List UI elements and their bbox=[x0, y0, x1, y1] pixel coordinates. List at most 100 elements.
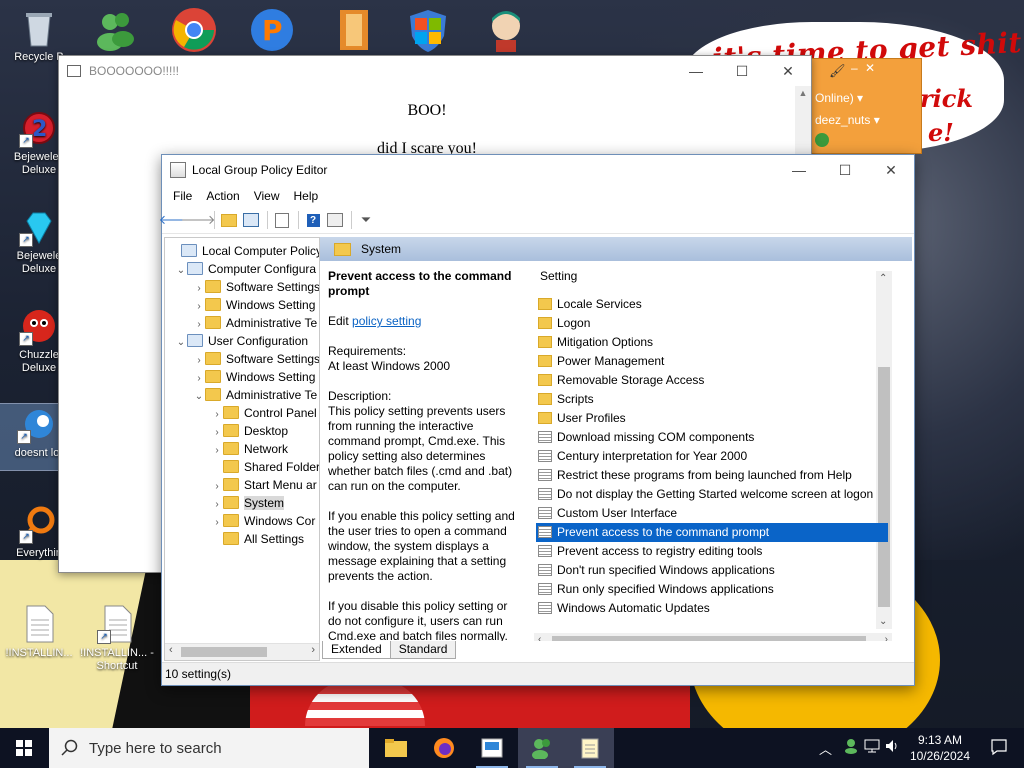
tab-standard[interactable]: Standard bbox=[389, 641, 457, 659]
close-button[interactable]: ✕ bbox=[765, 56, 811, 86]
clock[interactable]: 9:13 AM 10/26/2024 bbox=[910, 732, 970, 764]
close-button[interactable]: ✕ bbox=[868, 155, 914, 185]
settings-horizontal-scrollbar[interactable]: ‹ › bbox=[534, 633, 892, 641]
contacts-app-icon[interactable] bbox=[92, 6, 140, 54]
settings-folder-item[interactable]: Mitigation Options bbox=[536, 333, 888, 352]
gpedit-taskbar-icon[interactable] bbox=[468, 728, 516, 768]
navigation-tree[interactable]: Local Computer Policy ⌄ Computer Configura… bbox=[164, 237, 320, 661]
firefox-taskbar-icon[interactable] bbox=[420, 728, 468, 768]
policy-setting-item[interactable]: Prevent access to registry editing tools bbox=[536, 542, 888, 561]
export-list-icon[interactable] bbox=[272, 210, 292, 230]
tree-node[interactable]: › Windows Setting bbox=[193, 296, 315, 314]
policy-setting-item[interactable]: Run only specified Windows applications bbox=[536, 580, 888, 599]
policy-setting-item[interactable]: Century interpretation for Year 2000 bbox=[536, 447, 888, 466]
installing-shortcut-desktop-icon[interactable]: ↗ !INSTALLIN... - Shortcut bbox=[80, 604, 154, 673]
boo-titlebar[interactable]: BOOOOOOO!!!!! — ☐ ✕ bbox=[59, 56, 811, 86]
policy-setting-item[interactable]: Download missing COM components bbox=[536, 428, 888, 447]
tree-node[interactable]: › Start Menu ar bbox=[211, 476, 317, 494]
show-hidden-icons-chevron-icon[interactable]: ︿ bbox=[819, 739, 832, 758]
notepad-taskbar-icon[interactable] bbox=[566, 728, 614, 768]
chevron-down-icon[interactable]: ⌄ bbox=[175, 334, 187, 352]
maximize-button[interactable]: ☐ bbox=[719, 56, 765, 86]
menu-help[interactable]: Help bbox=[287, 189, 326, 203]
policy-setting-link[interactable]: policy setting bbox=[352, 314, 421, 328]
tree-node[interactable]: › Windows Setting bbox=[193, 368, 315, 386]
settings-folder-item[interactable]: Removable Storage Access bbox=[536, 371, 888, 390]
tree-node[interactable]: ⌄ Administrative Te bbox=[193, 386, 317, 404]
notifications-icon[interactable] bbox=[990, 738, 1008, 756]
tree-node[interactable]: › Windows Cor bbox=[211, 512, 315, 530]
menu-action[interactable]: Action bbox=[199, 189, 246, 203]
forward-arrow-icon[interactable]: 🡒 bbox=[181, 210, 216, 230]
scroll-left-icon[interactable]: ‹ bbox=[169, 644, 173, 656]
buddy-icon[interactable] bbox=[815, 133, 829, 147]
tree-node[interactable]: › Software Settings bbox=[193, 278, 319, 296]
scroll-right-icon[interactable]: › bbox=[311, 644, 315, 656]
messenger-window[interactable]: 🖌 – ✕ Online) ▾ deez_nuts ▾ bbox=[808, 58, 922, 154]
tree-node[interactable]: › System bbox=[211, 494, 285, 512]
settings-folder-item[interactable]: Logon bbox=[536, 314, 888, 333]
contacts-tray-icon[interactable] bbox=[844, 738, 858, 754]
chevron-down-icon[interactable]: ⌄ bbox=[193, 388, 205, 406]
tree-horizontal-scrollbar[interactable]: ‹ › bbox=[165, 643, 319, 660]
messenger-minimize-button[interactable]: – bbox=[851, 61, 858, 75]
tree-node[interactable]: › Administrative Te bbox=[193, 314, 317, 332]
windows-security-icon[interactable] bbox=[404, 6, 452, 54]
tree-node[interactable]: › Software Settings bbox=[193, 350, 319, 368]
policy-setting-item[interactable]: Restrict these programs from being launc… bbox=[536, 466, 888, 485]
scroll-right-icon[interactable]: › bbox=[885, 634, 888, 641]
chevron-down-icon[interactable]: ⌄ bbox=[175, 262, 187, 280]
messenger-status[interactable]: Online) ▾ bbox=[815, 91, 863, 105]
character-app-icon[interactable] bbox=[482, 6, 530, 54]
policy-setting-item[interactable]: Custom User Interface bbox=[536, 504, 888, 523]
p-app-icon[interactable]: P bbox=[248, 6, 296, 54]
group-policy-editor-window[interactable]: Local Group Policy Editor — ☐ ✕ File Act… bbox=[159, 154, 915, 686]
settings-folder-item[interactable]: Locale Services bbox=[536, 295, 888, 314]
maximize-button[interactable]: ☐ bbox=[822, 155, 868, 185]
settings-list[interactable]: Setting ⌃ ⌄ ‹ › Locale Services Logon Miti… bbox=[530, 261, 910, 641]
tree-node[interactable]: Shared Folder bbox=[211, 458, 319, 476]
network-icon[interactable] bbox=[864, 738, 880, 754]
chrome-icon[interactable] bbox=[170, 6, 218, 54]
settings-folder-item[interactable]: User Profiles bbox=[536, 409, 888, 428]
help-icon[interactable]: ? bbox=[303, 210, 323, 230]
tree-node[interactable]: ⌄ User Configuration bbox=[175, 332, 308, 350]
gpedit-titlebar[interactable]: Local Group Policy Editor — ☐ ✕ bbox=[162, 155, 914, 185]
tree-node[interactable]: › Desktop bbox=[211, 422, 288, 440]
minimize-button[interactable]: — bbox=[776, 155, 822, 185]
tree-node[interactable]: Local Computer Policy bbox=[169, 242, 319, 260]
show-hide-tree-icon[interactable] bbox=[241, 210, 261, 230]
volume-icon[interactable] bbox=[884, 738, 900, 754]
policy-setting-item[interactable]: Windows Automatic Updates bbox=[536, 599, 888, 618]
up-folder-icon[interactable] bbox=[219, 210, 239, 230]
scrollbar-thumb[interactable] bbox=[181, 647, 267, 657]
tree-node[interactable]: All Settings bbox=[211, 530, 304, 548]
scroll-left-icon[interactable]: ‹ bbox=[538, 634, 541, 641]
minimize-button[interactable]: — bbox=[673, 56, 719, 86]
tree-node[interactable]: › Network bbox=[211, 440, 288, 458]
policy-setting-item[interactable]: Prevent access to the command prompt bbox=[536, 523, 888, 542]
messenger-close-button[interactable]: ✕ bbox=[865, 61, 875, 75]
tree-node[interactable]: ⌄ Computer Configura bbox=[175, 260, 316, 278]
settings-folder-item[interactable]: Scripts bbox=[536, 390, 888, 409]
door-app-icon[interactable] bbox=[330, 6, 378, 54]
taskbar-search-box[interactable]: Type here to search bbox=[49, 728, 369, 768]
policy-setting-item[interactable]: Don't run specified Windows applications bbox=[536, 561, 888, 580]
settings-folder-item[interactable]: Power Management bbox=[536, 352, 888, 371]
policy-setting-item[interactable]: Do not display the Getting Started welco… bbox=[536, 485, 888, 504]
brush-icon[interactable]: 🖌 bbox=[829, 63, 846, 79]
tab-extended[interactable]: Extended bbox=[322, 641, 391, 659]
filter-icon[interactable]: ⏷ bbox=[356, 210, 376, 230]
file-explorer-taskbar-icon[interactable] bbox=[372, 728, 420, 768]
scroll-up-icon[interactable]: ⌃ bbox=[879, 273, 887, 284]
contacts-taskbar-icon[interactable] bbox=[518, 728, 566, 768]
tree-node[interactable]: › Control Panel bbox=[211, 404, 317, 422]
column-header-setting[interactable]: Setting bbox=[540, 269, 577, 283]
messenger-name[interactable]: deez_nuts ▾ bbox=[815, 113, 880, 127]
installing-desktop-icon[interactable]: !INSTALLIN... bbox=[2, 604, 76, 660]
menu-view[interactable]: View bbox=[247, 189, 287, 203]
properties-icon[interactable] bbox=[325, 210, 345, 230]
scrollbar-thumb[interactable] bbox=[552, 636, 866, 641]
start-button[interactable] bbox=[0, 728, 48, 768]
scroll-up-icon[interactable]: ▲ bbox=[795, 88, 811, 98]
